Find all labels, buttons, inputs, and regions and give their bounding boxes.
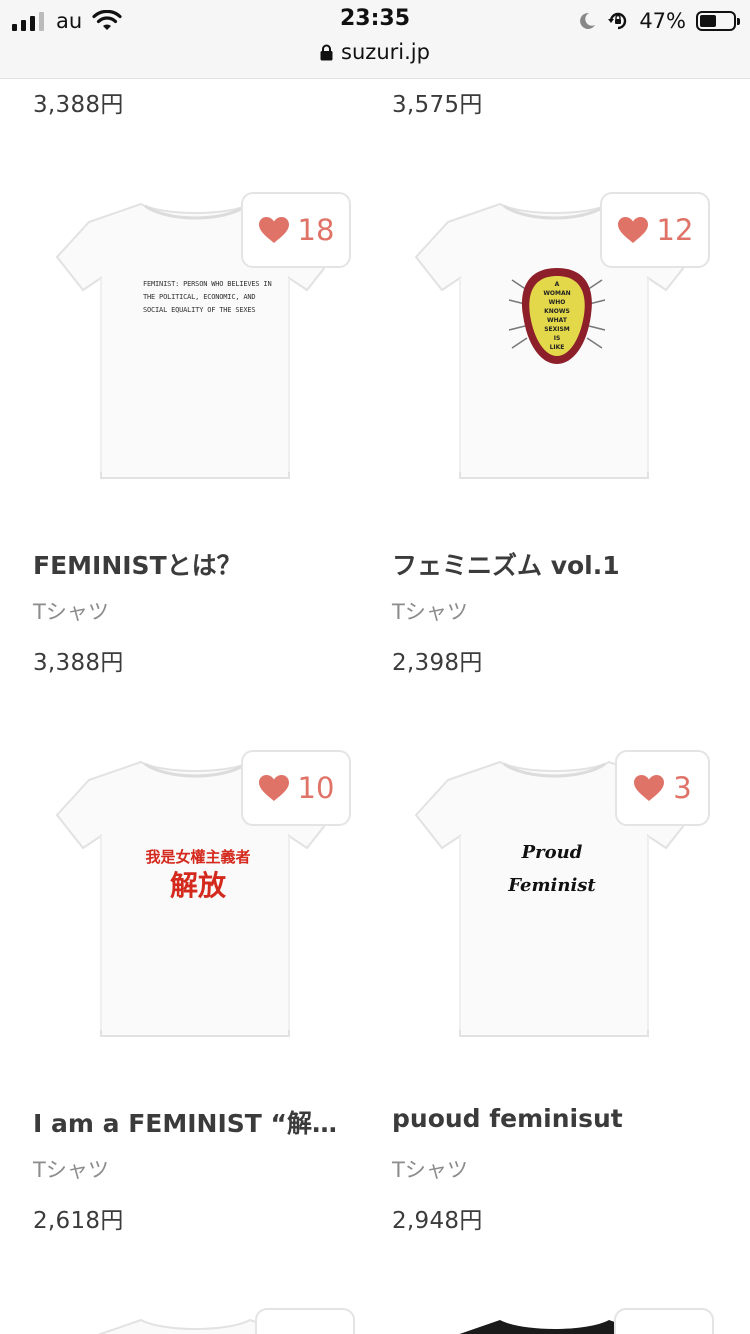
- shirt-print-text: Proud Feminist: [508, 842, 596, 896]
- product-category: Tシャツ: [33, 600, 109, 624]
- like-button[interactable]: 18: [241, 192, 351, 268]
- next-product-card[interactable]: [392, 1298, 717, 1334]
- like-count: 3: [673, 771, 692, 805]
- product-title[interactable]: puoud feminisut: [392, 1104, 712, 1133]
- product-price: 3,388円: [33, 650, 124, 676]
- product-category: Tシャツ: [392, 600, 468, 624]
- prev-price-right: 3,575円: [392, 92, 483, 118]
- shirt-print-text: FEMINIST: PERSON WHO BELIEVES IN THE POL…: [143, 280, 272, 314]
- heart-icon: [258, 216, 290, 244]
- like-count: 10: [297, 771, 335, 805]
- heart-icon: [633, 774, 665, 802]
- product-title[interactable]: I am a FEMINIST “解…: [33, 1104, 353, 1140]
- heart-icon: [617, 216, 649, 244]
- status-bar: au 23:35 suzuri.jp 47%: [0, 0, 750, 79]
- moon-icon: [580, 12, 596, 29]
- shirt-print-text: 我是女權主義者 解放: [145, 848, 251, 902]
- product-price: 2,398円: [392, 650, 483, 676]
- like-button[interactable]: 10: [241, 750, 351, 826]
- like-button[interactable]: [614, 1308, 714, 1334]
- product-price: 2,948円: [392, 1208, 483, 1234]
- like-count: 18: [297, 213, 335, 247]
- prev-price-left: 3,388円: [33, 92, 124, 118]
- product-category: Tシャツ: [392, 1158, 468, 1182]
- like-button[interactable]: 12: [600, 192, 710, 268]
- battery-percent: 47%: [639, 9, 686, 33]
- product-title[interactable]: FEMINISTとは？: [33, 546, 353, 582]
- product-title[interactable]: フェミニズム vol.1: [392, 546, 712, 582]
- lock-icon: [320, 44, 333, 61]
- product-category: Tシャツ: [33, 1158, 109, 1182]
- like-button[interactable]: [255, 1308, 355, 1334]
- status-right: 47%: [577, 8, 740, 34]
- battery-icon: [696, 11, 740, 31]
- shirt-print-text: A WOMAN WHO KNOWS WHAT SEXISM IS LIKE: [543, 281, 571, 351]
- heart-icon: [258, 774, 290, 802]
- url-text: suzuri.jp: [341, 40, 430, 64]
- like-count: 12: [656, 213, 694, 247]
- next-product-card[interactable]: [33, 1298, 358, 1334]
- rotation-lock-icon: [608, 12, 627, 30]
- product-price: 2,618円: [33, 1208, 124, 1234]
- url-bar[interactable]: suzuri.jp: [0, 40, 750, 64]
- like-button[interactable]: 3: [615, 750, 710, 826]
